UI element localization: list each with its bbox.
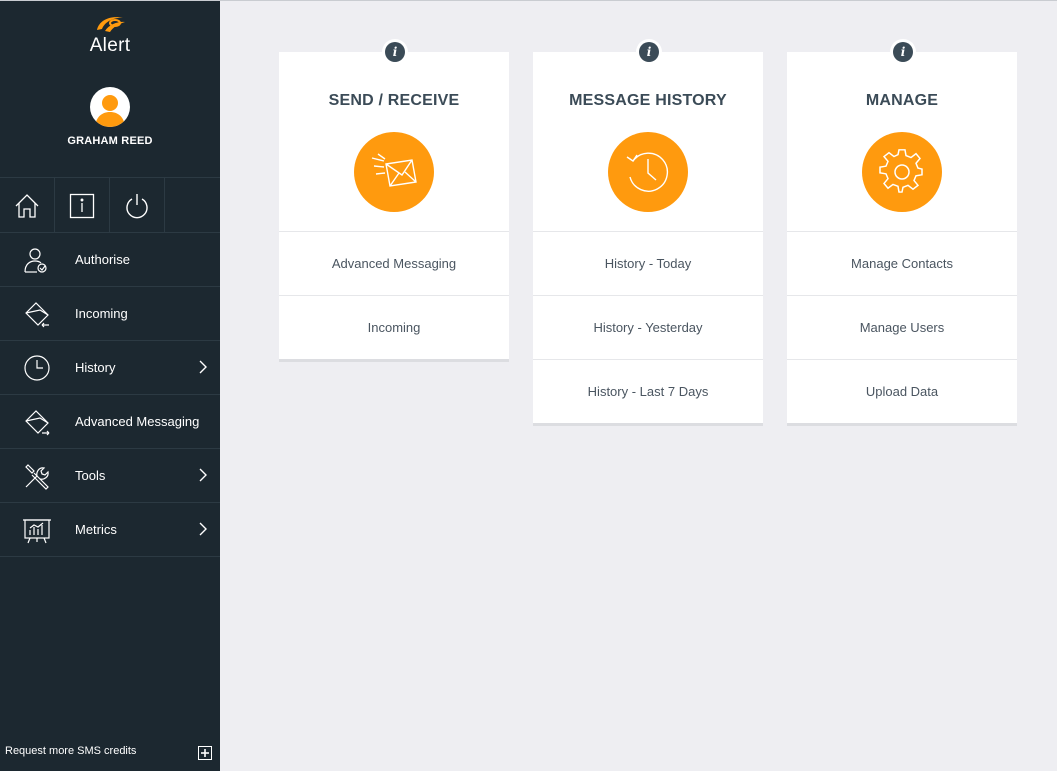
sidebar-nav: Authorise Incoming History Advanced Mess… bbox=[0, 233, 220, 557]
card-title: SEND / RECEIVE bbox=[328, 92, 460, 109]
card-title: MESSAGE HISTORY bbox=[569, 92, 727, 109]
sidebar-item-metrics[interactable]: Metrics bbox=[0, 503, 220, 557]
logo-text: Alert bbox=[89, 35, 131, 56]
card-link-history-yesterday[interactable]: History - Yesterday bbox=[533, 295, 763, 359]
home-button[interactable] bbox=[0, 178, 55, 233]
card-header: MANAGE bbox=[787, 52, 1017, 231]
card-link-incoming[interactable]: Incoming bbox=[279, 295, 509, 359]
alert-logo-icon bbox=[97, 17, 125, 32]
home-icon bbox=[15, 193, 39, 218]
request-sms-credits-button[interactable] bbox=[198, 746, 212, 760]
logout-button[interactable] bbox=[110, 178, 165, 233]
incoming-envelope-icon bbox=[25, 302, 49, 328]
logo[interactable]: Alert bbox=[0, 15, 220, 57]
card-message-history: i MESSAGE HISTORY History - Today Histor… bbox=[533, 39, 763, 423]
card-link-advanced-messaging[interactable]: Advanced Messaging bbox=[279, 231, 509, 295]
sidebar-item-advanced-messaging[interactable]: Advanced Messaging bbox=[0, 395, 220, 449]
card-title: MANAGE bbox=[865, 92, 939, 109]
username: GRAHAM REED bbox=[67, 135, 153, 147]
history-clock-icon bbox=[626, 152, 668, 192]
power-icon bbox=[126, 193, 148, 218]
sidebar-item-authorise[interactable]: Authorise bbox=[0, 233, 220, 287]
sidebar-item-history[interactable]: History bbox=[0, 341, 220, 395]
card-header: SEND / RECEIVE bbox=[279, 52, 509, 231]
gear-icon bbox=[879, 149, 923, 193]
card-link-upload-data[interactable]: Upload Data bbox=[787, 359, 1017, 423]
card-send-receive: i SEND / RECEIVE Advanced Messaging Inco… bbox=[279, 39, 509, 359]
plus-icon bbox=[201, 749, 209, 757]
card-icon-circle[interactable] bbox=[862, 132, 942, 212]
user-check-icon bbox=[24, 248, 47, 273]
sidebar-item-label: Metrics bbox=[75, 522, 117, 537]
chevron-right-icon bbox=[199, 522, 207, 536]
metrics-board-icon bbox=[23, 519, 51, 544]
card-manage: i MANAGE Manage Contacts Manage Users Up… bbox=[787, 39, 1017, 423]
sidebar-item-label: Authorise bbox=[75, 252, 130, 267]
card-link-history-last-7-days[interactable]: History - Last 7 Days bbox=[533, 359, 763, 423]
request-sms-credits-link[interactable]: Request more SMS credits bbox=[5, 745, 136, 757]
sidebar-item-label: Incoming bbox=[75, 306, 128, 321]
card-icon-circle[interactable] bbox=[354, 132, 434, 212]
outgoing-envelope-icon bbox=[25, 410, 50, 436]
info-button[interactable] bbox=[55, 178, 110, 233]
avatar[interactable] bbox=[90, 87, 130, 127]
info-icon bbox=[69, 193, 95, 218]
sidebar-item-incoming[interactable]: Incoming bbox=[0, 287, 220, 341]
card-link-manage-users[interactable]: Manage Users bbox=[787, 295, 1017, 359]
envelope-icon bbox=[371, 153, 417, 187]
user-avatar-icon bbox=[95, 95, 125, 127]
sidebar: Alert GRAHAM REED Authorise Incoming His… bbox=[0, 1, 220, 771]
quick-actions bbox=[0, 177, 220, 233]
chevron-right-icon bbox=[199, 360, 207, 374]
sidebar-item-label: History bbox=[75, 360, 116, 375]
clock-icon bbox=[24, 355, 50, 381]
card-header: MESSAGE HISTORY bbox=[533, 52, 763, 231]
card-link-history-today[interactable]: History - Today bbox=[533, 231, 763, 295]
tools-icon bbox=[25, 464, 49, 490]
sidebar-item-tools[interactable]: Tools bbox=[0, 449, 220, 503]
card-link-manage-contacts[interactable]: Manage Contacts bbox=[787, 231, 1017, 295]
card-icon-circle[interactable] bbox=[608, 132, 688, 212]
sidebar-item-label: Advanced Messaging bbox=[75, 414, 200, 429]
sidebar-item-label: Tools bbox=[75, 468, 106, 483]
chevron-right-icon bbox=[199, 468, 207, 482]
